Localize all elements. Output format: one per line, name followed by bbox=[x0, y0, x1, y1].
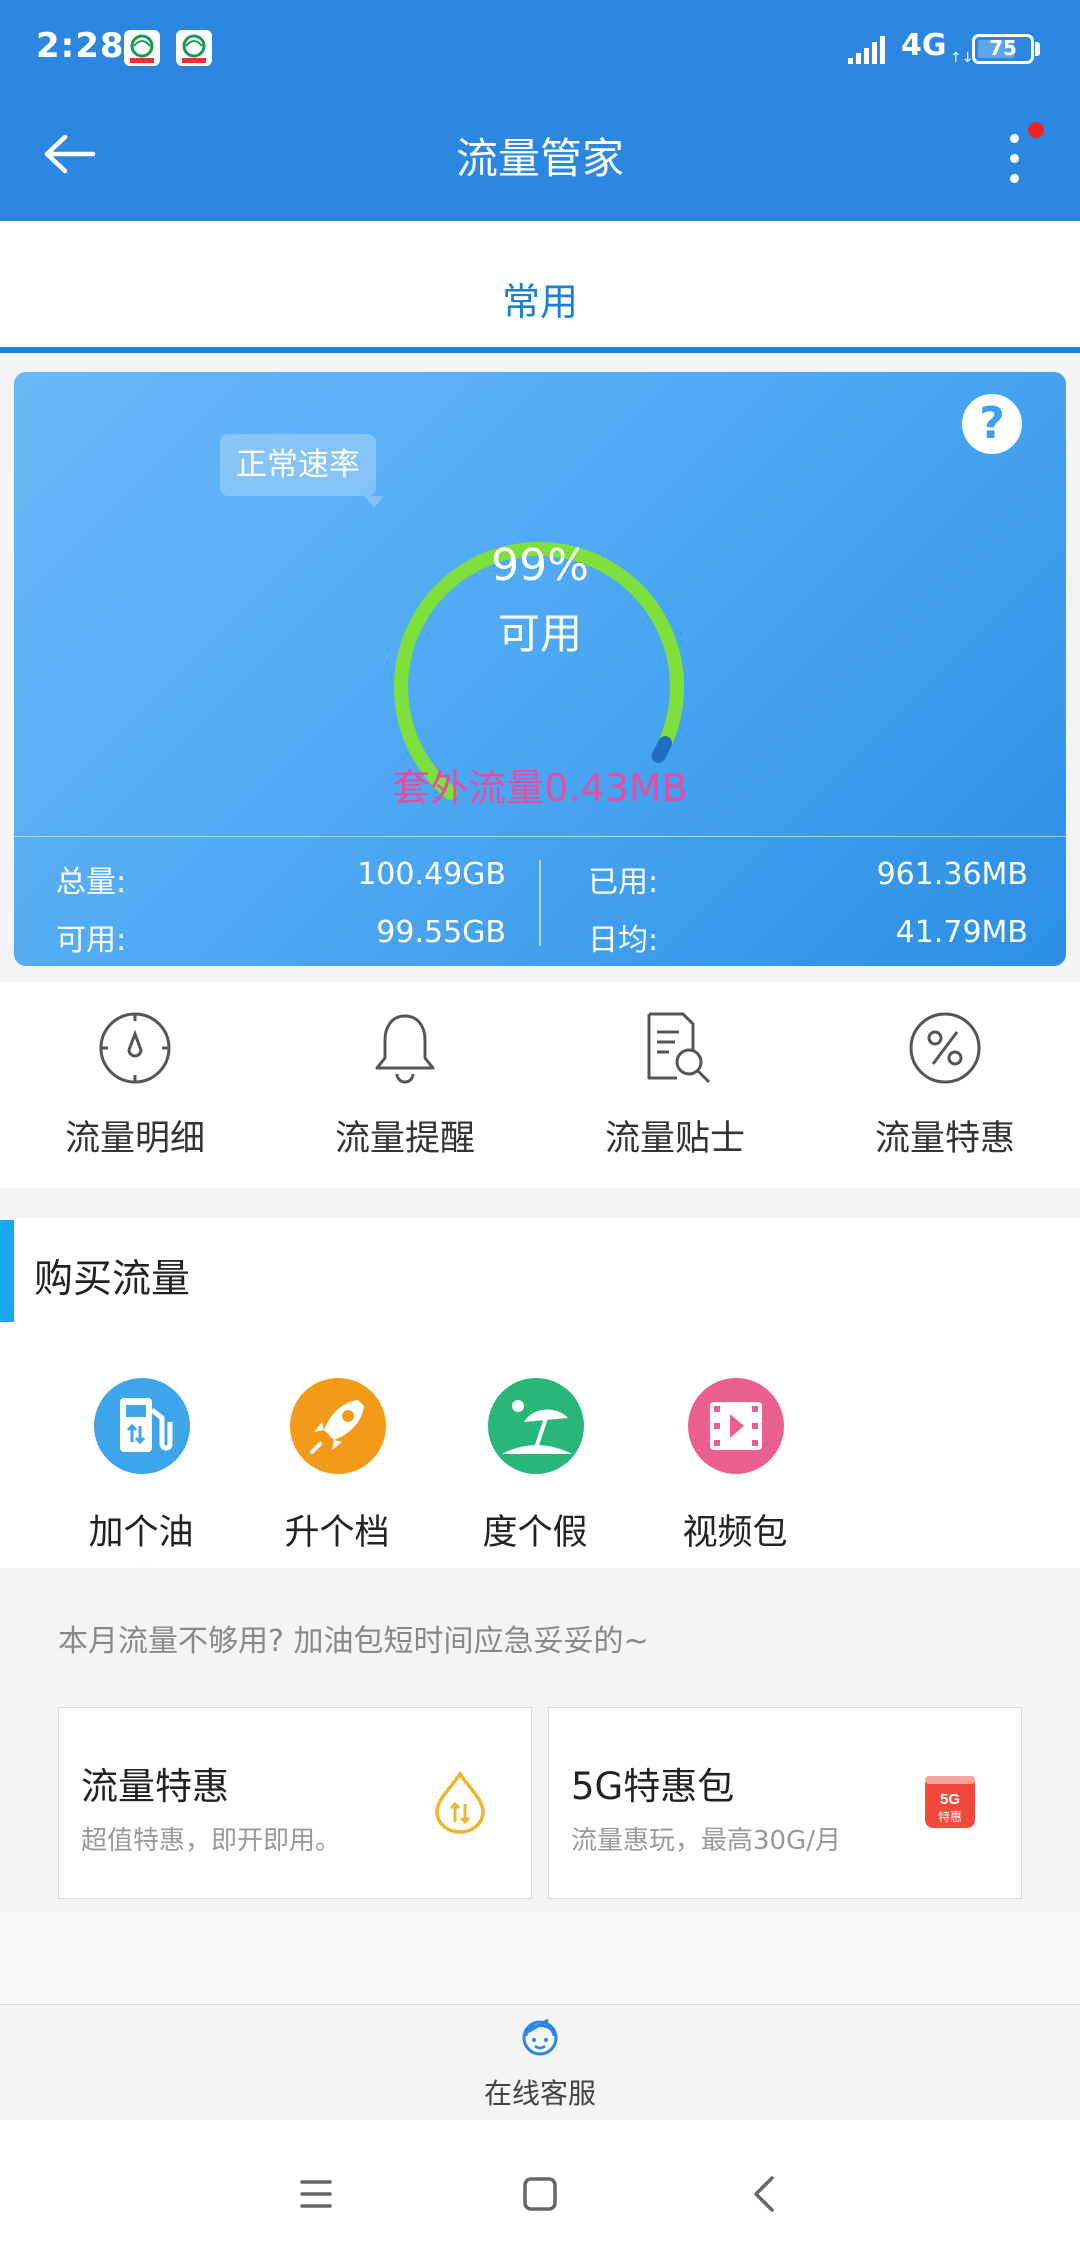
daily-label: 日均: bbox=[588, 923, 659, 958]
traffic-gauge-card: 正常速率 ? 99% 可用 套外流量0.43MB 总量: 100.49GB 可用… bbox=[14, 372, 1066, 966]
rocket-icon bbox=[290, 1378, 386, 1474]
feature-traffic-alert[interactable]: 流量提醒 bbox=[270, 982, 540, 1188]
tab-bar: 常用 bbox=[0, 221, 1080, 353]
promo-card-5g-pack[interactable]: 5G特惠包 流量惠玩，最高30G/月 5G 特惠 bbox=[548, 1707, 1022, 1899]
feature-traffic-tips[interactable]: 流量贴士 bbox=[540, 982, 810, 1188]
5g-badge-icon: 5G 特惠 bbox=[925, 1776, 975, 1828]
promo-hint: 本月流量不够用? 加油包短时间应急妥妥的~ bbox=[58, 1624, 649, 1659]
percent-icon bbox=[909, 1012, 981, 1084]
compass-icon bbox=[99, 1012, 171, 1084]
battery-tip bbox=[1035, 42, 1040, 56]
network-type: 4G bbox=[901, 28, 947, 63]
feature-shortcuts: 流量明细 流量提醒 流量贴士 流量特惠 bbox=[0, 982, 1080, 1188]
notification-badge bbox=[1028, 122, 1044, 138]
promo-card-traffic-deal[interactable]: 流量特惠 超值特惠，即开即用。 bbox=[58, 1707, 532, 1899]
speed-tag-pointer bbox=[364, 496, 384, 508]
battery-icon: 75 bbox=[972, 34, 1034, 64]
document-search-icon bbox=[647, 1012, 711, 1084]
svg-text:5G: 5G bbox=[940, 1791, 960, 1808]
more-dot bbox=[1010, 174, 1019, 183]
pack-upgrade[interactable]: 升个档 bbox=[272, 1378, 402, 1558]
buy-section-title: 购买流量 bbox=[34, 1257, 191, 1302]
more-vertical-icon bbox=[1010, 134, 1019, 143]
promo-desc: 超值特惠，即开即用。 bbox=[81, 1826, 342, 1856]
feature-label: 流量贴士 bbox=[604, 1119, 745, 1159]
available-label: 可用 bbox=[497, 609, 582, 658]
speed-status-tag: 正常速率 bbox=[220, 434, 376, 496]
feature-label: 流量特惠 bbox=[874, 1119, 1015, 1159]
used-value: 961.36MB bbox=[876, 857, 1028, 892]
tab-common[interactable]: 常用 bbox=[0, 271, 1080, 326]
gauge-used-arc bbox=[651, 736, 673, 763]
home-icon[interactable] bbox=[510, 2164, 570, 2224]
tab-active-indicator bbox=[0, 347, 1080, 353]
data-drop-icon bbox=[435, 1770, 485, 1834]
promo-title: 流量特惠 bbox=[81, 1765, 229, 1808]
pack-label: 视频包 bbox=[682, 1513, 788, 1553]
pack-label: 度个假 bbox=[482, 1513, 588, 1553]
available-stat-label: 可用: bbox=[56, 923, 127, 958]
extra-traffic-text: 套外流量0.43MB bbox=[392, 766, 688, 810]
more-dot bbox=[1010, 154, 1019, 163]
customer-service-icon[interactable] bbox=[514, 2010, 566, 2062]
spacer bbox=[0, 1912, 1080, 2004]
system-back-icon[interactable] bbox=[736, 2164, 796, 2224]
available-percent: 99% bbox=[491, 540, 589, 591]
section-accent-bar bbox=[0, 1220, 14, 1322]
total-value: 100.49GB bbox=[357, 857, 506, 892]
promo-title: 5G特惠包 bbox=[571, 1765, 735, 1808]
used-label: 已用: bbox=[588, 865, 659, 900]
signal-strength-icon bbox=[848, 36, 885, 64]
pack-label: 加个油 bbox=[88, 1513, 194, 1553]
battery-percent: 75 bbox=[989, 36, 1017, 60]
pack-vacation[interactable]: 度个假 bbox=[470, 1378, 600, 1558]
help-icon[interactable]: ? bbox=[962, 394, 1022, 454]
menu-icon[interactable] bbox=[286, 2164, 346, 2224]
stats-divider bbox=[539, 860, 541, 946]
china-mobile-app-icon bbox=[176, 30, 212, 66]
available-stat-value: 99.55GB bbox=[376, 915, 506, 950]
pack-label: 升个档 bbox=[284, 1513, 390, 1553]
selected-pack-caret bbox=[130, 1566, 158, 1580]
promo-desc: 流量惠玩，最高30G/月 bbox=[571, 1826, 841, 1856]
svg-text:特惠: 特惠 bbox=[938, 1809, 962, 1824]
pack-refuel[interactable]: 加个油 bbox=[76, 1378, 206, 1558]
feature-traffic-detail[interactable]: 流量明细 bbox=[0, 982, 270, 1188]
bell-icon bbox=[375, 1014, 435, 1084]
fuel-pump-icon bbox=[94, 1378, 190, 1474]
pack-video[interactable]: 视频包 bbox=[670, 1378, 800, 1558]
beach-umbrella-icon bbox=[488, 1378, 584, 1474]
data-activity-icon: ↑↓ bbox=[950, 50, 974, 66]
feature-label: 流量提醒 bbox=[334, 1119, 475, 1159]
video-icon bbox=[688, 1378, 784, 1474]
feature-traffic-deals[interactable]: 流量特惠 bbox=[810, 982, 1080, 1188]
china-mobile-app-icon bbox=[124, 30, 160, 66]
status-time: 2:28 bbox=[36, 26, 125, 66]
customer-service-label[interactable]: 在线客服 bbox=[0, 2072, 1080, 2112]
daily-value: 41.79MB bbox=[895, 915, 1028, 950]
page-title: 流量管家 bbox=[455, 134, 624, 183]
total-label: 总量: bbox=[56, 865, 127, 900]
feature-label: 流量明细 bbox=[64, 1119, 205, 1159]
card-divider bbox=[14, 836, 1066, 837]
